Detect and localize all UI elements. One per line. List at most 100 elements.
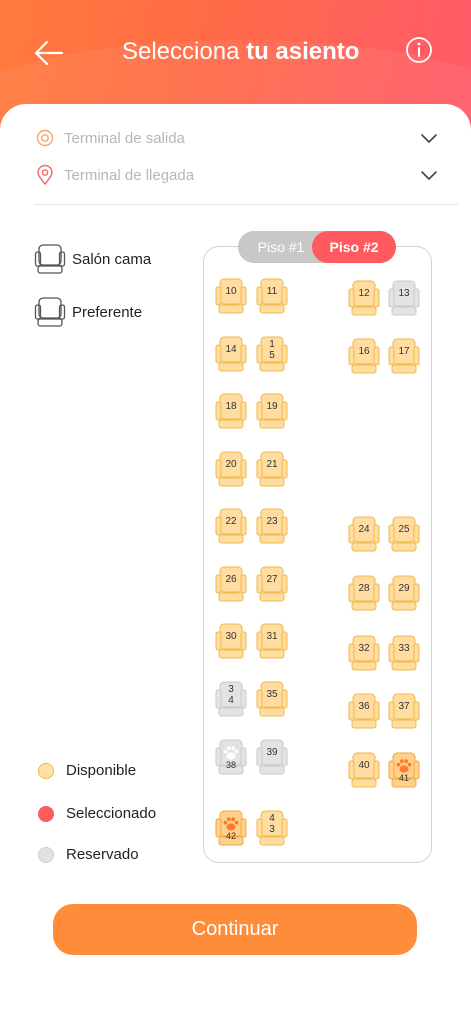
seat-number: 13: [398, 288, 410, 299]
seat-15[interactable]: 1 5: [256, 335, 288, 373]
tab-floor-2[interactable]: Piso #2: [312, 231, 396, 263]
continue-button[interactable]: Continuar: [53, 904, 417, 955]
seat-29[interactable]: 29: [388, 574, 420, 612]
seat-41[interactable]: 41: [388, 751, 420, 789]
seat-13[interactable]: 13: [388, 279, 420, 317]
seat-number: 35: [266, 689, 278, 700]
seat-number: 20: [225, 459, 237, 470]
seat-number: 32: [358, 643, 370, 654]
chevron-down-icon: [421, 134, 437, 143]
seat-number: 30: [225, 631, 237, 642]
seat-number: 36: [358, 701, 370, 712]
legend-available: Disponible: [38, 762, 136, 779]
reserved-dot-icon: [38, 846, 54, 863]
seat-number: 18: [225, 401, 237, 412]
info-icon[interactable]: [405, 36, 433, 64]
seat-16[interactable]: 16: [348, 337, 380, 375]
seat-26[interactable]: 26: [215, 565, 247, 603]
arrival-label: Terminal de llegada: [64, 166, 195, 184]
seat-39[interactable]: 39: [256, 738, 288, 776]
seat-31[interactable]: 31: [256, 622, 288, 660]
seat-number: 3 4: [228, 684, 234, 706]
seat-number: 14: [225, 344, 237, 355]
bed-seat-icon: [34, 244, 66, 274]
seat-18[interactable]: 18: [215, 392, 247, 430]
legend-selected: Seleccionado: [38, 805, 156, 822]
departure-terminal-select[interactable]: Terminal de salida: [34, 123, 438, 153]
seat-type-preferente: Preferente: [34, 295, 142, 329]
seat-number: 41: [398, 773, 409, 783]
seat-17[interactable]: 17: [388, 337, 420, 375]
available-dot-icon: [38, 762, 54, 779]
seat-19[interactable]: 19: [256, 392, 288, 430]
divider: [34, 204, 458, 205]
seat-number: 16: [358, 346, 370, 357]
seat-number: 42: [225, 831, 236, 841]
seat-number: 17: [398, 346, 410, 357]
seat-number: 11: [266, 286, 278, 297]
seat-number: 29: [398, 583, 410, 594]
seat-number: 23: [266, 516, 278, 527]
seat-40[interactable]: 40: [348, 751, 380, 789]
seat-21[interactable]: 21: [256, 450, 288, 488]
origin-target-icon: [36, 129, 54, 147]
seat-number: 4 3: [269, 813, 275, 835]
seat-36[interactable]: 36: [348, 692, 380, 730]
seat-10[interactable]: 10: [215, 277, 247, 315]
seat-22[interactable]: 22: [215, 507, 247, 545]
back-arrow-icon[interactable]: [32, 36, 66, 70]
floor-tabs: Piso #1 Piso #2: [238, 231, 396, 263]
title-bold: tu asiento: [246, 38, 360, 65]
seat-number: 37: [398, 701, 410, 712]
seat-number: 38: [225, 760, 236, 770]
seat-number: 39: [266, 747, 278, 758]
seat-35[interactable]: 35: [256, 680, 288, 718]
seat-number: 12: [358, 288, 370, 299]
seat-38[interactable]: 38: [215, 738, 247, 776]
seat-number: 28: [358, 583, 370, 594]
seat-number: 21: [266, 459, 278, 470]
seat-number: 31: [266, 631, 278, 642]
seat-23[interactable]: 23: [256, 507, 288, 545]
seat-number: 19: [266, 401, 278, 412]
seat-42[interactable]: 42: [215, 809, 247, 847]
chevron-down-icon: [421, 171, 437, 180]
legend-label: Reservado: [66, 846, 139, 863]
location-pin-icon: [37, 164, 53, 186]
seat-34[interactable]: 3 4: [215, 680, 247, 718]
seat-number: 22: [225, 516, 237, 527]
seat-number: 26: [225, 574, 237, 585]
departure-label: Terminal de salida: [64, 129, 185, 147]
selected-dot-icon: [38, 805, 54, 822]
seat-number: 27: [266, 574, 278, 585]
seat-number: 1 5: [269, 339, 275, 361]
seat-27[interactable]: 27: [256, 565, 288, 603]
arrival-terminal-select[interactable]: Terminal de llegada: [34, 160, 438, 190]
seat-number: 24: [358, 524, 370, 535]
title-regular: Selecciona: [122, 38, 240, 65]
legend-reserved: Reservado: [38, 846, 139, 863]
seat-24[interactable]: 24: [348, 515, 380, 553]
seat-type-salon-cama: Salón cama: [34, 242, 151, 276]
seat-number: 33: [398, 643, 410, 654]
seat-11[interactable]: 11: [256, 277, 288, 315]
seat-32[interactable]: 32: [348, 634, 380, 672]
preferred-seat-icon: [34, 297, 66, 327]
seat-number: 10: [225, 286, 237, 297]
seat-type-label: Preferente: [72, 303, 143, 321]
seat-43[interactable]: 4 3: [256, 809, 288, 847]
seat-20[interactable]: 20: [215, 450, 247, 488]
seat-30[interactable]: 30: [215, 622, 247, 660]
seat-number: 25: [398, 524, 410, 535]
legend-label: Seleccionado: [66, 805, 157, 822]
seat-type-label: Salón cama: [72, 250, 152, 268]
seat-25[interactable]: 25: [388, 515, 420, 553]
page-title: Selecciona tu asiento: [122, 38, 359, 66]
legend-label: Disponible: [66, 762, 137, 779]
seat-14[interactable]: 14: [215, 335, 247, 373]
seat-number: 40: [358, 760, 370, 771]
seat-33[interactable]: 33: [388, 634, 420, 672]
seat-12[interactable]: 12: [348, 279, 380, 317]
seat-28[interactable]: 28: [348, 574, 380, 612]
seat-37[interactable]: 37: [388, 692, 420, 730]
